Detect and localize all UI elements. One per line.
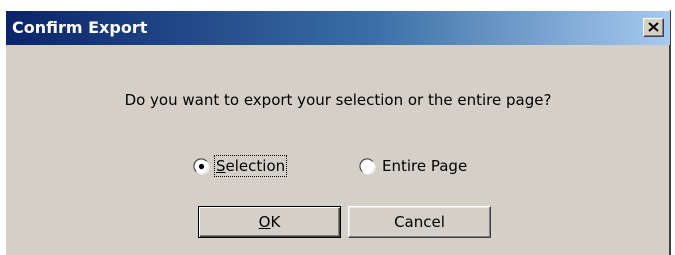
dialog-message: Do you want to export your selection or … — [124, 91, 552, 109]
confirm-export-dialog: Confirm Export Do you want to export you… — [5, 10, 671, 255]
radio-unselected-icon[interactable] — [359, 157, 376, 175]
radio-entire-page-label[interactable]: Entire Page — [382, 157, 467, 175]
cancel-button[interactable]: Cancel — [348, 206, 491, 238]
radio-entire-page[interactable]: Entire Page — [359, 154, 467, 178]
close-button[interactable] — [643, 18, 664, 37]
radio-selection[interactable]: Selection — [193, 154, 288, 178]
close-icon — [648, 22, 659, 32]
title-bar[interactable]: Confirm Export — [6, 11, 670, 45]
window-title: Confirm Export — [12, 18, 148, 37]
radio-selection-label[interactable]: Selection — [213, 155, 288, 177]
ok-button[interactable]: OK — [198, 206, 341, 238]
radio-selected-icon[interactable] — [193, 157, 210, 175]
